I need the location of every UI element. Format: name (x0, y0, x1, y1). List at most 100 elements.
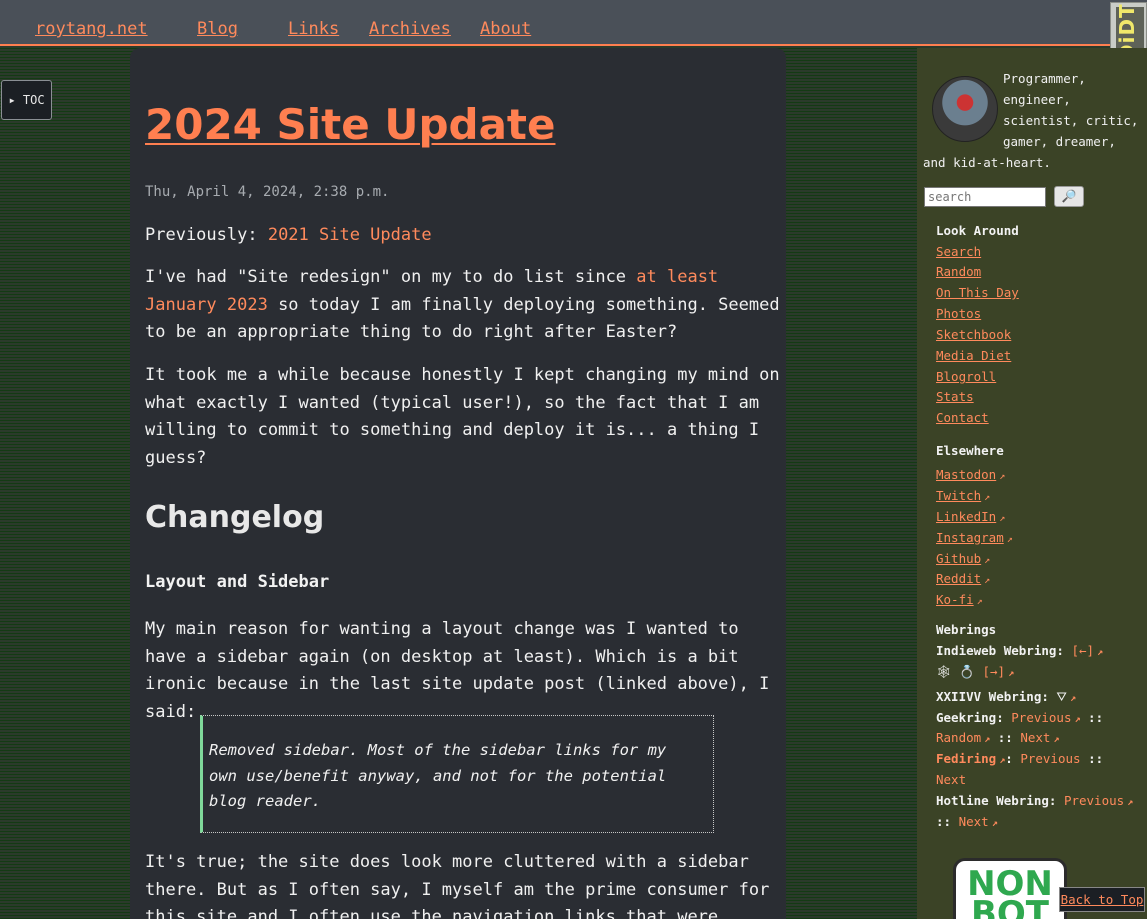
mastodon-link[interactable]: Mastodon (936, 467, 996, 482)
bio-line-5: and kid-at-heart. (923, 155, 1051, 170)
external-link-icon: ↗ (984, 575, 991, 586)
external-link-icon: ↗ (1053, 734, 1060, 745)
elsewhere-item-kofi: Ko-fi ↗ (936, 589, 983, 608)
separator: :: (1088, 751, 1104, 766)
geekring-webring-line-2: Random ↗ :: Next ↗ (936, 730, 1059, 745)
elsewhere-item-reddit: Reddit ↗ (936, 568, 990, 587)
toc-toggle-button[interactable]: ▸ TOC (1, 80, 52, 120)
elsewhere-item-instagram: Instagram ↗ (936, 527, 1013, 546)
external-link-icon: ↗ (1097, 647, 1104, 658)
hotline-next-link[interactable]: Next (959, 814, 989, 829)
external-link-icon: ↗ (999, 513, 1006, 524)
webrings-heading: Webrings (936, 622, 997, 637)
intro-text-start: I've had "Site redesign" on my to do lis… (145, 267, 637, 287)
twitch-link[interactable]: Twitch (936, 488, 981, 503)
post-date: Thu, April 4, 2024, 2:38 p.m. (145, 184, 390, 200)
external-link-icon: ↗ (1006, 534, 1013, 545)
previously-label: Previously: (145, 225, 268, 245)
magnifier-icon: 🔎 (1061, 189, 1077, 203)
sidebar-link-random[interactable]: Random (936, 264, 981, 279)
separator: :: (1088, 710, 1104, 725)
external-link-icon: ↗ (1127, 797, 1134, 808)
main-content: 2024 Site Update Thu, April 4, 2024, 2:3… (130, 48, 786, 919)
search-input[interactable] (924, 187, 1046, 207)
changelog-heading: Changelog (145, 500, 325, 535)
bio-line-1: Programmer, (1003, 71, 1086, 86)
external-link-icon: ↗ (1069, 693, 1076, 704)
layout-sidebar-heading: Layout and Sidebar (145, 572, 330, 592)
non-bot-badge[interactable]: NON BOT (953, 858, 1067, 919)
fourth-paragraph: It's true; the site does look more clutt… (145, 852, 770, 919)
sidebar-link-sketchbook[interactable]: Sketchbook (936, 327, 1011, 342)
xxiivv-label: XXIIVV Webring: (936, 689, 1049, 704)
separator: :: (936, 814, 952, 829)
indieweb-prev-link[interactable]: [←] (1071, 643, 1094, 658)
geekring-next-link[interactable]: Next (1020, 730, 1050, 745)
external-link-icon: ↗ (984, 555, 991, 566)
hotline-previous-link[interactable]: Previous (1064, 793, 1124, 808)
external-link-icon: ↗ (984, 492, 991, 503)
sidebar-link-on-this-day[interactable]: On This Day (936, 285, 1019, 300)
indieweb-webring: Indieweb Webring: [←] ↗ (936, 643, 1103, 658)
intro-paragraph: I've had "Site redesign" on my to do lis… (145, 264, 781, 347)
indieweb-next-link[interactable]: [→] (983, 664, 1006, 679)
blockquote: Removed sidebar. Most of the sidebar lin… (200, 715, 714, 833)
nav-link-about[interactable]: About (480, 19, 531, 39)
external-link-icon: ↗ (1074, 714, 1081, 725)
previously-paragraph: Previously: 2021 Site Update (145, 222, 781, 250)
sidebar: Programmer, engineer, scientist, critic,… (917, 48, 1147, 919)
bio-line-2: engineer, (1003, 92, 1071, 107)
back-to-top-button[interactable]: Back to Top (1059, 887, 1145, 912)
geekring-previous-link[interactable]: Previous (1011, 710, 1071, 725)
hotline-webring-line-2: :: Next ↗ (936, 814, 998, 829)
external-link-icon: ↗ (991, 818, 998, 829)
kofi-link[interactable]: Ko-fi (936, 592, 974, 607)
sidebar-link-search[interactable]: Search (936, 244, 981, 259)
elsewhere-heading: Elsewhere (936, 443, 1004, 458)
hotline-label: Hotline Webring: (936, 793, 1057, 808)
layout-paragraph: My main reason for wanting a layout chan… (145, 619, 770, 722)
post-title[interactable]: 2024 Site Update (145, 100, 555, 149)
site-name-link[interactable]: roytang.net (35, 19, 148, 39)
second-paragraph: It took me a while because honestly I ke… (145, 365, 780, 468)
author-bio: Programmer, engineer, scientist, critic,… (923, 68, 1143, 173)
bio-line-4: gamer, dreamer, (1003, 134, 1116, 149)
nav-link-blog[interactable]: Blog (197, 19, 238, 39)
search-button[interactable]: 🔎 (1054, 186, 1084, 207)
previously-link[interactable]: 2021 Site Update (268, 225, 432, 245)
geekring-random-link[interactable]: Random (936, 730, 981, 745)
indieweb-icons: 🕸 💍 (936, 664, 975, 679)
sidebar-link-contact[interactable]: Contact (936, 410, 989, 425)
sidebar-link-photos[interactable]: Photos (936, 306, 981, 321)
indieweb-label: Indieweb Webring: (936, 643, 1064, 658)
look-around-heading: Look Around (936, 223, 1019, 238)
top-navigation-bar: roytang.net Blog Links Archives About (0, 0, 1147, 46)
sidebar-link-stats[interactable]: Stats (936, 389, 974, 404)
elsewhere-item-twitch: Twitch ↗ (936, 485, 990, 504)
external-link-icon: ↗ (999, 471, 1006, 482)
bio-line-3: scientist, critic, (1003, 113, 1139, 128)
sidebar-link-blogroll[interactable]: Blogroll (936, 369, 996, 384)
reddit-link[interactable]: Reddit (936, 571, 981, 586)
fediring-webring-line-2: Next (936, 772, 966, 787)
external-link-icon: ↗ (984, 734, 991, 745)
instagram-link[interactable]: Instagram (936, 530, 1004, 545)
github-link[interactable]: Github (936, 551, 981, 566)
fediring-link[interactable]: Fediring (936, 751, 996, 766)
elsewhere-item-linkedin: LinkedIn ↗ (936, 506, 1005, 525)
sidebar-link-media-diet[interactable]: Media Diet (936, 348, 1011, 363)
nav-link-links[interactable]: Links (288, 19, 339, 39)
fediring-next-link[interactable]: Next (936, 772, 966, 787)
elsewhere-item-mastodon: Mastodon ↗ (936, 464, 1005, 483)
separator: :: (997, 730, 1013, 745)
elsewhere-item-github: Github ↗ (936, 548, 990, 567)
hotline-webring: Hotline Webring: Previous ↗ (936, 793, 1133, 808)
xxiivv-icon[interactable]: ⛛ (1056, 689, 1067, 704)
linkedin-link[interactable]: LinkedIn (936, 509, 996, 524)
fediring-previous-link[interactable]: Previous (1020, 751, 1080, 766)
fediring-webring: Fediring ↗: Previous :: (936, 751, 1104, 766)
geekring-webring: Geekring: Previous ↗ :: (936, 710, 1103, 725)
nav-link-archives[interactable]: Archives (369, 19, 451, 39)
xxiivv-webring: XXIIVV Webring: ⛛ ↗ (936, 689, 1076, 705)
external-link-icon: ↗ (976, 596, 983, 607)
